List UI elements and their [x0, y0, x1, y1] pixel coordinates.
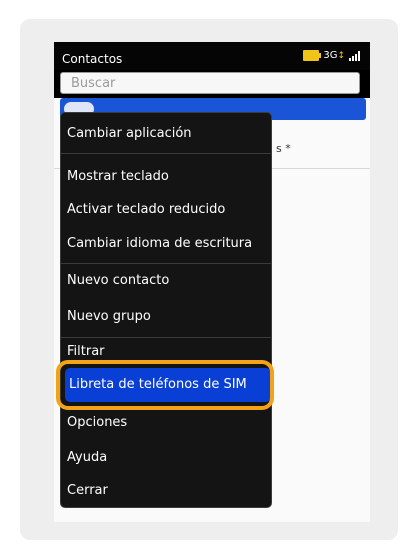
- menu-item-activar-teclado-reducido[interactable]: Activar teclado reducido: [61, 202, 271, 217]
- menu-item-nuevo-grupo[interactable]: Nuevo grupo: [61, 309, 271, 324]
- menu-item-cambiar-aplicacion[interactable]: Cambiar aplicación: [61, 126, 271, 141]
- menu-item-cerrar[interactable]: Cerrar: [61, 483, 271, 498]
- status-bar: Contactos 3G↕: [54, 42, 370, 70]
- menu-item-filtrar[interactable]: Filtrar: [61, 344, 271, 359]
- network-type: 3G↕: [323, 50, 345, 61]
- menu-item-mostrar-teclado[interactable]: Mostrar teclado: [61, 169, 271, 184]
- context-menu: Cambiar aplicación Mostrar teclado Activ…: [60, 112, 272, 508]
- menu-separator: [61, 153, 271, 154]
- selection-annotation-box: [56, 360, 274, 410]
- menu-separator: [61, 263, 271, 264]
- signal-strength-icon: [349, 50, 360, 61]
- search-input[interactable]: Buscar: [60, 72, 360, 94]
- menu-item-ayuda[interactable]: Ayuda: [61, 450, 271, 465]
- menu-separator: [61, 337, 271, 338]
- app-title: Contactos: [62, 52, 123, 66]
- battery-icon: [303, 50, 322, 61]
- network-label: 3G: [323, 50, 338, 61]
- menu-item-opciones[interactable]: Opciones: [61, 415, 271, 430]
- menu-item-nuevo-contacto[interactable]: Nuevo contacto: [61, 273, 271, 288]
- contact-text-partial: s *: [276, 142, 291, 155]
- menu-item-cambiar-idioma[interactable]: Cambiar idioma de escritura: [61, 236, 271, 251]
- data-activity-icon: ↕: [337, 51, 345, 61]
- status-icons: 3G↕: [303, 50, 360, 61]
